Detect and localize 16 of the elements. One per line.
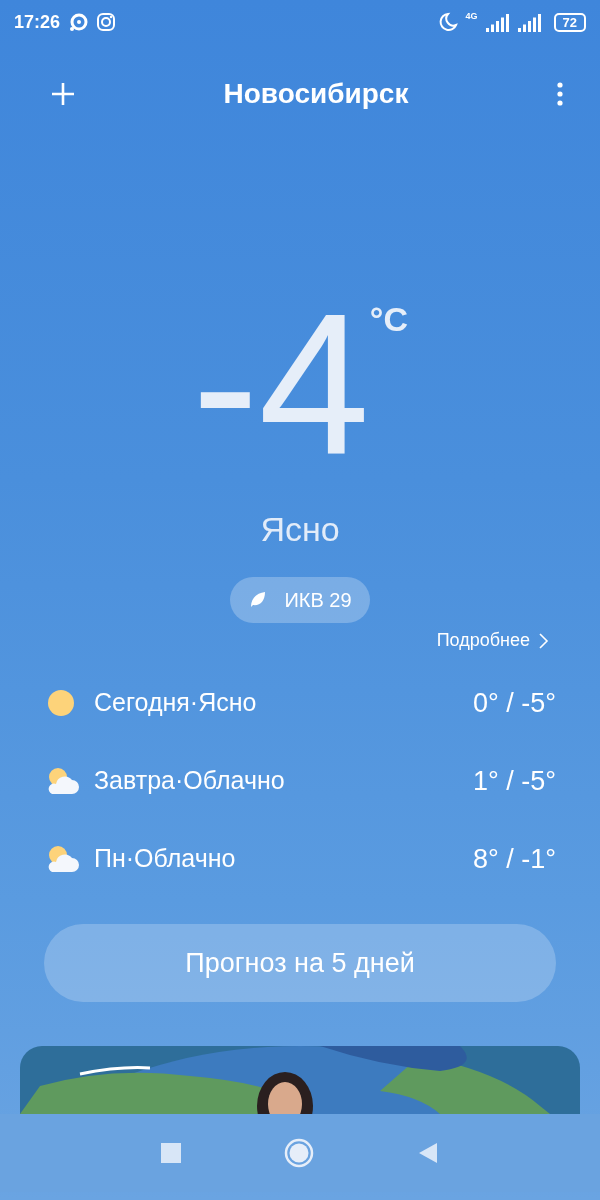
network-text: 4G <box>465 10 478 23</box>
forecast-label: Завтра·Облачно <box>94 765 286 797</box>
condition-text: Ясно <box>260 509 340 550</box>
temperature-range: 0° / -5° <box>472 686 556 720</box>
city-title: Новосибирск <box>223 77 409 111</box>
forecast-label: Сегодня·Ясно <box>94 687 258 719</box>
temperature-range: 8° / -1° <box>472 842 556 876</box>
clock-text: 17:26 <box>14 10 61 34</box>
forecast-label: Пн·Облачно <box>94 843 237 875</box>
aqi-badge[interactable]: ИКВ 29 <box>230 577 370 623</box>
temperature-range: 1° / -5° <box>472 764 556 798</box>
details-link[interactable]: Подробнее <box>436 627 600 654</box>
temperature-text: -4 <box>192 284 370 484</box>
forecast-button[interactable]: Прогноз на 5 дней <box>44 924 556 1002</box>
unit-text: °C <box>369 299 408 340</box>
battery-text: 72 <box>553 12 586 32</box>
